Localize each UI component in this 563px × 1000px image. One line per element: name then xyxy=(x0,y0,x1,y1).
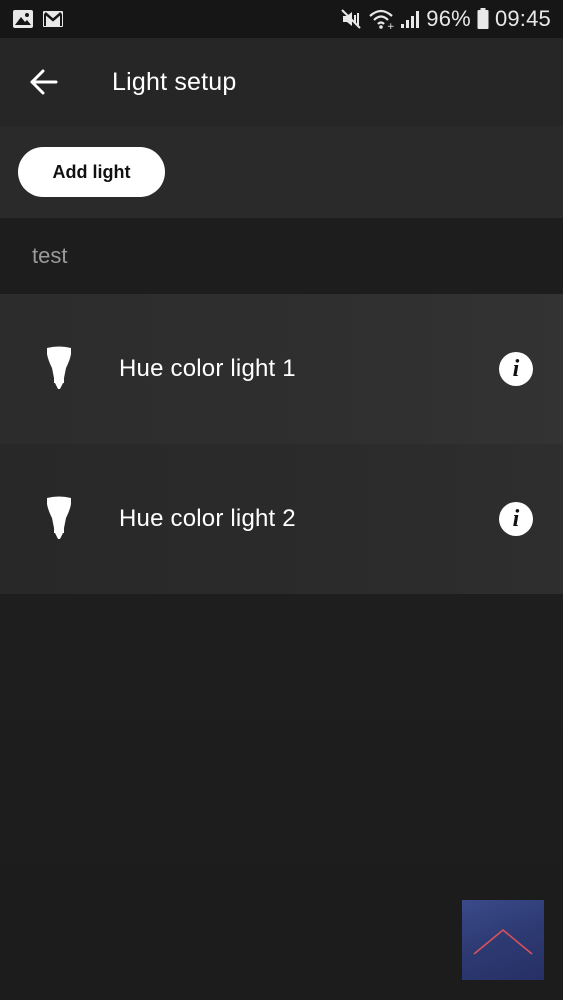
wifi-icon: + xyxy=(368,8,394,30)
status-left xyxy=(12,9,64,29)
battery-icon xyxy=(477,8,489,30)
app-screen: + 96% 09:45 Light setup Add light test H… xyxy=(0,0,563,1000)
info-icon: i xyxy=(512,356,520,382)
clock: 09:45 xyxy=(494,6,551,31)
light-row[interactable]: Hue color light 2 i xyxy=(0,444,563,594)
room-header: test xyxy=(0,218,563,294)
image-icon xyxy=(12,9,34,29)
page-title: Light setup xyxy=(112,67,237,96)
light-row[interactable]: Hue color light 1 i xyxy=(0,294,563,444)
bulb-icon xyxy=(47,346,71,389)
action-bar: Add light xyxy=(0,126,563,218)
status-right: + 96% 09:45 xyxy=(340,6,551,32)
floating-scroll-top-button[interactable] xyxy=(462,900,544,980)
info-icon: i xyxy=(512,506,520,532)
info-button[interactable]: i xyxy=(499,502,533,536)
arrow-left-icon xyxy=(30,69,58,95)
gmail-icon xyxy=(42,10,64,28)
chevron-up-icon xyxy=(473,928,533,955)
bulb-icon xyxy=(47,496,71,539)
info-button[interactable]: i xyxy=(499,352,533,386)
light-label: Hue color light 2 xyxy=(119,505,296,532)
battery-percent: 96% xyxy=(426,6,471,31)
app-header: Light setup xyxy=(0,38,563,126)
add-light-button[interactable]: Add light xyxy=(18,147,165,197)
back-button[interactable] xyxy=(14,52,74,112)
svg-text:+: + xyxy=(387,22,394,30)
mute-vibrate-icon xyxy=(340,8,362,30)
room-name: test xyxy=(32,243,68,268)
light-label: Hue color light 1 xyxy=(119,355,296,382)
status-bar: + 96% 09:45 xyxy=(0,0,563,38)
signal-icon xyxy=(400,9,420,29)
